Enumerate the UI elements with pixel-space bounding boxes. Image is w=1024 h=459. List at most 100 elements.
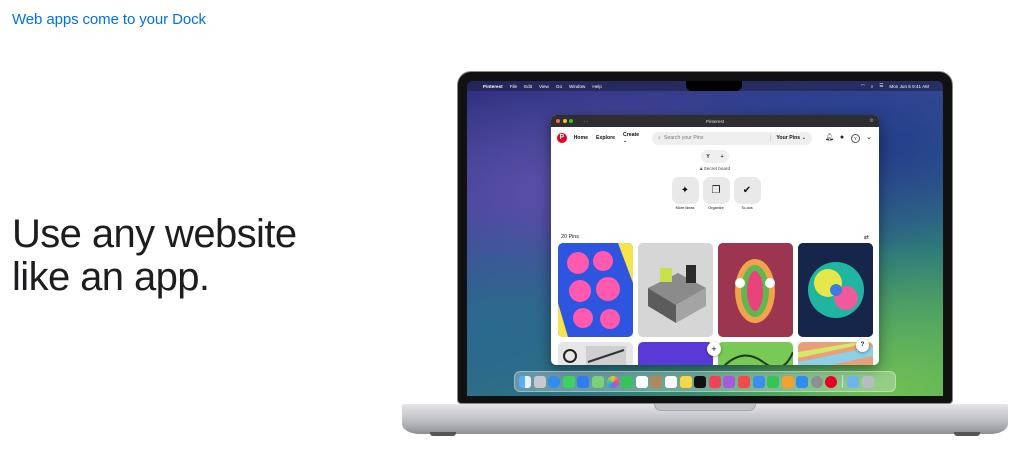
contacts-icon[interactable] [650,375,663,388]
laptop-foot-right [954,432,980,436]
pinterest-dock-icon[interactable] [825,375,838,388]
add-pin-button[interactable]: + [707,342,721,356]
window-title: Pinterest [705,118,725,124]
menu-edit[interactable]: Edit [524,84,532,89]
search-placeholder: Search your Pins [663,135,704,141]
collaborator-avatar: Y [706,153,710,160]
settings-icon[interactable] [810,375,823,388]
help-button[interactable]: ? [856,339,869,352]
pin-image [718,342,793,365]
headline-line-2: like an app. [12,255,210,299]
macbook-illustration: Pinterest File Edit View Go Window Help … [402,68,1008,440]
secret-board-label: 🔒︎ Secret board [551,166,879,171]
secret-board-text: Secret board [703,166,731,171]
launchpad-icon[interactable] [533,375,546,388]
board-actions: ✦ More ideas ❐ Organize ✔ To-dos [670,177,763,210]
photos-icon[interactable] [606,375,619,388]
pinterest-window: ‹ › Pinterest ⚙ P Home Explore Create ⌄ … [551,115,879,365]
menu-view[interactable]: View [539,84,549,89]
finder-icon[interactable] [519,375,531,388]
chevron-down-icon: ⌄ [623,138,628,144]
pin-image [718,243,793,337]
menu-go[interactable]: Go [556,84,562,89]
wifi-icon[interactable]: ◠ [861,83,865,89]
pinterest-logo-icon[interactable]: P [557,133,567,143]
numbers-icon[interactable] [767,375,780,388]
mail-icon[interactable] [577,375,590,388]
collaborators-pill[interactable]: Y + [701,150,729,163]
search-menu-icon[interactable]: ⌕ [871,84,874,89]
pin-image [558,342,633,365]
laptop-foot-left [430,432,456,436]
laptop-base-notch [654,404,756,411]
control-center-icon[interactable]: ☰ [879,83,883,89]
camera-notch [686,81,742,91]
action-label: Organize [708,206,724,210]
window-titlebar: ‹ › Pinterest ⚙ [551,115,879,127]
messages-app-icon[interactable] [562,375,575,388]
pins-header: 20 Pins ⇄ [551,231,879,243]
add-collaborator-icon[interactable]: + [721,154,724,160]
menu-file[interactable]: File [510,84,517,89]
eyebrow-link[interactable]: Web apps come to your Dock [12,11,206,28]
pin-card[interactable] [718,243,793,337]
pins-count: 20 Pins [561,234,579,240]
action-more-ideas[interactable]: ✦ More ideas [670,177,700,210]
notifications-bell-icon[interactable]: 🔔︎ [825,134,834,142]
nav-home[interactable]: Home [574,135,588,141]
news-icon[interactable] [737,375,750,388]
pin-card[interactable] [798,243,873,337]
laptop-lid: Pinterest File Edit View Go Window Help … [457,71,953,404]
pin-card[interactable] [638,243,713,337]
nav-explore[interactable]: Explore [596,135,615,141]
pages-icon[interactable] [781,375,794,388]
messages-icon[interactable]: ● [838,134,846,142]
search-scope-dropdown[interactable]: Your Pins ⌄ [770,135,806,141]
calendar-icon[interactable] [635,375,648,388]
headline-line-1: Use any website [12,212,297,256]
pins-grid: + ? [551,243,879,365]
pin-card[interactable] [558,243,633,337]
pin-card[interactable] [638,342,713,365]
menu-clock[interactable]: Mon Jun 5 9:41 AM [889,84,929,89]
nav-create[interactable]: Create ⌄ [623,132,644,144]
laptop-screen: Pinterest File Edit View Go Window Help … [467,81,943,396]
pin-image [558,243,633,337]
keynote-icon[interactable] [752,375,765,388]
pinterest-toolbar: P Home Explore Create ⌄ ⌕ Search your Pi… [551,127,879,149]
dock-separator [842,375,844,388]
sort-filter-icon[interactable]: ⇄ [864,234,869,241]
maps-icon[interactable] [591,375,604,388]
tv-icon[interactable] [694,375,707,388]
pin-image [638,243,713,337]
board-header: Y + 🔒︎ Secret board ✦ More ideas ❐ Organ… [551,149,879,231]
menu-window[interactable]: Window [569,84,585,89]
reminders-icon[interactable] [664,375,677,388]
search-input[interactable]: ⌕ Search your Pins Your Pins ⌄ [652,131,812,145]
podcasts-icon[interactable] [723,375,736,388]
facetime-icon[interactable] [621,375,634,388]
notes-icon[interactable] [679,375,692,388]
safari-icon[interactable] [548,375,561,388]
organize-icon: ❐ [702,177,730,204]
search-scope-label: Your Pins [776,135,801,141]
pin-image [798,243,873,337]
account-chevron-icon[interactable]: ⌄ [865,134,873,142]
action-label: To-dos [741,206,753,210]
extensions-icon[interactable]: ⚙ [870,118,874,124]
menu-extras: ◠ ⌕ ☰ Mon Jun 5 9:41 AM [861,83,935,89]
app-store-icon[interactable] [796,375,809,388]
action-organize[interactable]: ❐ Organize [701,177,731,210]
music-icon[interactable] [708,375,721,388]
downloads-folder-icon[interactable] [847,375,860,388]
action-todos[interactable]: ✔ To-dos [732,177,762,210]
pin-card[interactable] [558,342,633,365]
profile-avatar[interactable]: Y [851,133,860,143]
sparkle-icon: ✦ [671,177,699,204]
dock [514,371,896,392]
menu-help[interactable]: Help [592,84,601,89]
pin-card[interactable] [718,342,793,365]
trash-icon[interactable] [861,375,874,388]
headline: Use any website like an app. [12,212,297,299]
menu-app-name[interactable]: Pinterest [483,84,503,89]
